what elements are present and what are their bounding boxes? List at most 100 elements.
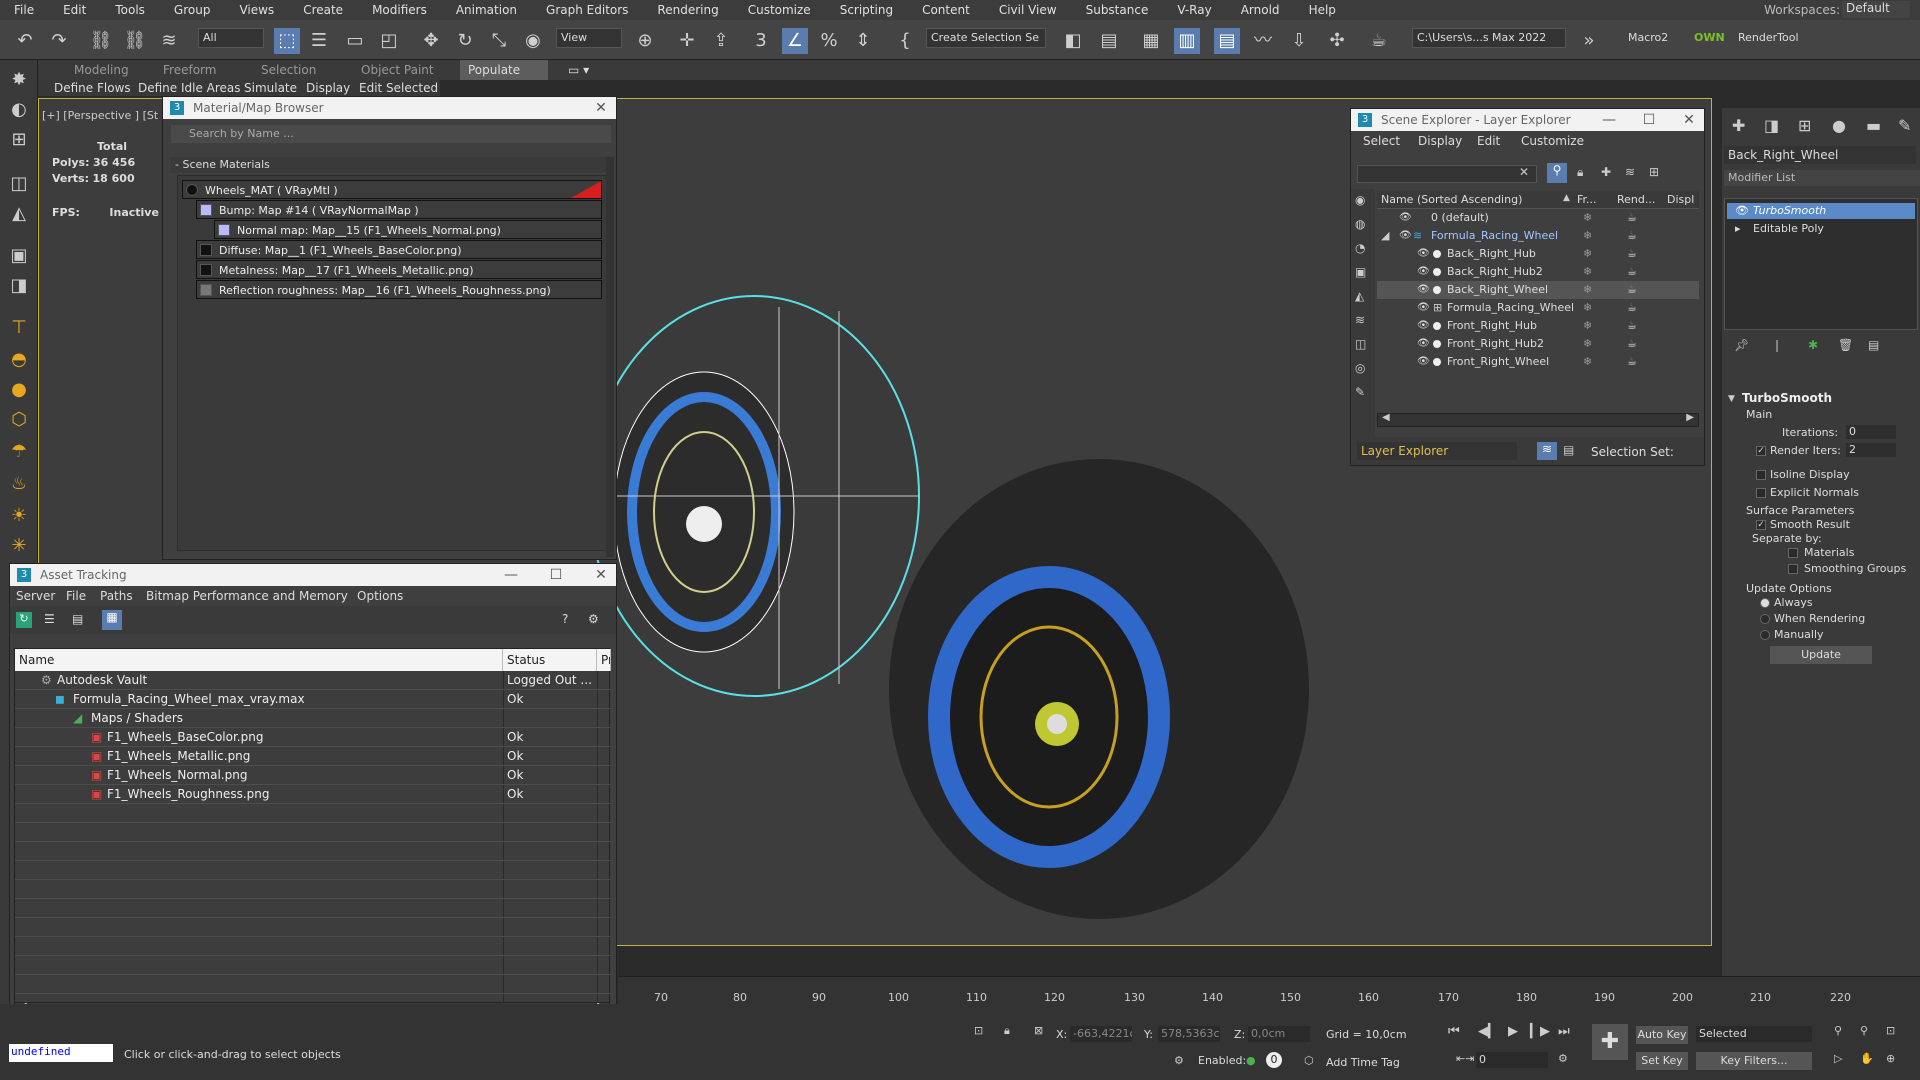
collapse-arrow-icon[interactable]: ◢ xyxy=(1381,227,1389,245)
sphere-icon[interactable]: ● xyxy=(6,378,32,402)
show-end-result-icon[interactable]: ❘ xyxy=(1772,338,1782,352)
y-coordinate-field[interactable]: 578,5363c xyxy=(1158,1026,1220,1042)
modify-tab-icon[interactable]: ◨ xyxy=(1764,116,1779,135)
menu-file[interactable]: File xyxy=(66,589,86,603)
burst-icon[interactable]: ✳ xyxy=(6,534,32,558)
select-by-name-icon[interactable]: ☰ xyxy=(306,28,332,54)
column-pr[interactable]: Pr xyxy=(597,649,611,671)
percent-snap-icon[interactable]: % xyxy=(816,28,842,54)
freeze-icon[interactable]: ❄ xyxy=(1583,317,1592,335)
table-view-icon[interactable]: ▦ xyxy=(102,610,122,630)
renderable-icon[interactable]: ☕ xyxy=(1627,299,1637,317)
list-item[interactable]: 👁︎ ⊞ Formula_Racing_Wheel ❄ ☕ xyxy=(1377,299,1699,317)
select-object-icon[interactable]: ⬚ xyxy=(274,28,300,54)
named-selection-set-dropdown[interactable]: Create Selection Se xyxy=(926,28,1046,48)
key-filter-selected-dropdown[interactable]: Selected xyxy=(1696,1026,1812,1042)
rollout-collapse-icon[interactable]: ▼ xyxy=(1728,394,1735,404)
table-row[interactable]: ⚙ Autodesk Vault Logged Out ... xyxy=(15,671,611,690)
enabled-dot-icon[interactable]: ● xyxy=(1246,1054,1256,1067)
viewport-label[interactable]: [+] [Perspective ] [St xyxy=(42,109,158,122)
list-item[interactable]: 👁︎ 0 (default) ❄ ☕ xyxy=(1377,209,1699,227)
align-icon[interactable]: ▤ xyxy=(1096,28,1122,54)
select-manipulate-icon[interactable]: ✛ xyxy=(674,28,700,54)
display-bones-icon[interactable]: ✎ xyxy=(1355,385,1365,399)
display-geometry-icon[interactable]: ◍ xyxy=(1355,217,1365,231)
mirror-icon[interactable]: ◧ xyxy=(1060,28,1086,54)
menu-server[interactable]: Server xyxy=(16,589,55,603)
menu-help[interactable]: Help xyxy=(1295,3,1351,17)
timeline-ruler[interactable]: 70 80 90 100 110 120 130 140 150 160 170… xyxy=(618,976,1920,1004)
undo-icon[interactable]: ↶ xyxy=(12,28,38,54)
absolute-mode-icon[interactable]: ⊠ xyxy=(1034,1024,1043,1037)
column-render[interactable]: Rend... xyxy=(1613,191,1663,209)
help-icon[interactable]: ? xyxy=(562,612,568,626)
eye-icon[interactable]: 👁︎ xyxy=(1417,245,1430,263)
systems-icon[interactable]: ◓ xyxy=(6,348,32,372)
link-icon[interactable]: ⛓ xyxy=(88,28,114,54)
freeze-icon[interactable]: ❄ xyxy=(1583,281,1592,299)
menu-content[interactable]: Content xyxy=(908,3,985,17)
next-frame-icon[interactable]: ▎▶ xyxy=(1530,1024,1550,1039)
thumbnail-view-icon[interactable]: ▤ xyxy=(72,612,83,626)
eye-icon[interactable]: 👁︎ xyxy=(1417,335,1430,353)
render-iters-checkbox[interactable]: ✓ xyxy=(1756,446,1766,456)
menu-options[interactable]: Options xyxy=(357,589,403,603)
helpers-icon[interactable]: ◨ xyxy=(6,274,32,298)
column-name-sorted[interactable]: Name (Sorted Ascending) xyxy=(1377,191,1573,209)
field-of-view-icon[interactable]: ▷ xyxy=(1834,1052,1842,1065)
material-row-wheels-mat[interactable]: Wheels_MAT ( VRayMtl ) xyxy=(182,180,602,199)
unlink-icon[interactable]: ⛓ xyxy=(122,28,148,54)
layer-explorer-dropdown[interactable]: Layer Explorer xyxy=(1357,442,1517,460)
current-frame-field[interactable]: 0 xyxy=(1476,1052,1548,1068)
project-folder-dropdown[interactable]: C:\Users\s...s Max 2022 xyxy=(1412,28,1566,48)
subtab-define-flows[interactable]: Define Flows xyxy=(54,80,131,96)
spinner-snap-icon[interactable]: ⇕ xyxy=(850,28,876,54)
remove-modifier-icon[interactable]: 🗑︎ xyxy=(1838,338,1853,352)
freeze-icon[interactable]: ❄ xyxy=(1583,263,1592,281)
menu-scripting[interactable]: Scripting xyxy=(826,3,908,17)
display-cameras-icon[interactable]: ▣ xyxy=(1355,265,1366,279)
menu-select[interactable]: Select xyxy=(1363,134,1400,148)
spacewarps-icon[interactable]: ⊤ xyxy=(6,316,32,340)
menu-edit[interactable]: Edit xyxy=(1477,134,1500,148)
menu-substance[interactable]: Substance xyxy=(1072,3,1164,17)
hierarchy-tab-icon[interactable]: ⊞ xyxy=(1798,116,1811,135)
scene-search-input[interactable] xyxy=(1357,165,1537,183)
list-item[interactable]: ◢ 👁︎ ≋ Formula_Racing_Wheel ❄ ☕ xyxy=(1377,227,1699,245)
scene-materials-header[interactable]: - Scene Materials xyxy=(171,157,611,173)
more-chevron-icon[interactable]: » xyxy=(1576,28,1602,54)
eye-icon[interactable]: 👁︎ xyxy=(1399,227,1412,245)
menu-display[interactable]: Display xyxy=(1418,134,1462,148)
layers-icon[interactable]: ≋ xyxy=(1625,165,1635,179)
list-item[interactable]: 👁︎ Front_Right_Hub ❄ ☕ xyxy=(1377,317,1699,335)
create-icon[interactable]: ✸ xyxy=(6,68,32,92)
ribbon-options-icon[interactable]: ▭ ▾ xyxy=(560,60,597,80)
maxscript-listener[interactable]: undefined xyxy=(9,1044,113,1062)
table-row[interactable]: ▣ F1_Wheels_Roughness.png Ok xyxy=(15,785,611,804)
materials-checkbox[interactable] xyxy=(1788,548,1798,558)
display-xrefs-icon[interactable]: ◎ xyxy=(1355,361,1365,375)
minimize-icon[interactable]: — xyxy=(496,564,526,586)
pivot-center-icon[interactable]: ⊕ xyxy=(632,28,658,54)
place-icon[interactable]: ◉ xyxy=(520,28,546,54)
filter-icon[interactable]: ⚲ xyxy=(1547,163,1567,183)
material-browser-titlebar[interactable]: 3 Material/Map Browser xyxy=(163,97,616,119)
menu-customize[interactable]: Customize xyxy=(1521,134,1584,148)
eye-icon[interactable]: 👁︎ xyxy=(1417,353,1430,371)
manually-radio[interactable] xyxy=(1760,630,1770,640)
time-tag-icon[interactable]: ⬡ xyxy=(1304,1054,1314,1067)
subtab-simulate[interactable]: Simulate xyxy=(244,80,297,96)
menu-customize[interactable]: Customize xyxy=(734,3,826,17)
move-icon[interactable]: ✥ xyxy=(418,28,444,54)
table-row[interactable]: ◢ Maps / Shaders xyxy=(15,709,611,728)
material-row-metalness[interactable]: Metalness: Map__17 (F1_Wheels_Metallic.p… xyxy=(196,260,602,279)
menu-rendering[interactable]: Rendering xyxy=(643,3,733,17)
menu-arnold[interactable]: Arnold xyxy=(1227,3,1295,17)
menu-graph-editors[interactable]: Graph Editors xyxy=(532,3,643,17)
lock-icon[interactable]: 🔒︎ xyxy=(1577,165,1583,180)
display-none-icon[interactable]: ◉ xyxy=(1355,193,1365,207)
column-freeze[interactable]: Fr... xyxy=(1573,191,1613,209)
renderable-icon[interactable]: ☕ xyxy=(1627,245,1637,263)
always-radio[interactable] xyxy=(1760,598,1770,608)
tab-freeform[interactable]: Freeform xyxy=(155,60,224,80)
